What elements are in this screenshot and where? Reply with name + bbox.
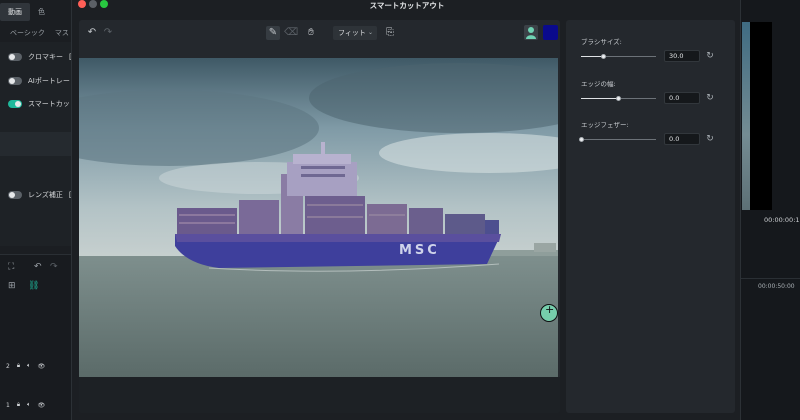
reset-icon[interactable]: ↻	[705, 93, 715, 103]
multi-select-icon[interactable]: ⛶	[8, 262, 14, 272]
canvas-toolbar: ↶ ↷ ✎ ⌫ ✋︎ フィット ⌄ ⎘	[79, 20, 560, 46]
lens-correction-toggle[interactable]	[8, 191, 22, 199]
zoom-fit-select[interactable]: フィット ⌄	[333, 26, 377, 40]
eraser-icon[interactable]: ⌫	[284, 26, 298, 40]
slider-knob[interactable]	[616, 96, 621, 101]
chroma-key-toggle[interactable]	[8, 53, 22, 61]
hand-icon[interactable]: ✋︎	[304, 26, 318, 40]
add-track-icon[interactable]: ⊞	[8, 281, 16, 291]
chevron-down-icon: ⌄	[367, 29, 373, 36]
link-icon[interactable]: ⛓	[28, 281, 39, 291]
track-number: 2	[6, 362, 10, 370]
ai-portrait-toggle[interactable]	[8, 77, 22, 85]
preview-icon[interactable]: ⎘	[383, 26, 397, 40]
canvas-bottom-bar	[79, 377, 560, 413]
overlay-color-swatch[interactable]	[543, 25, 558, 40]
property-subtabs: ベーシック マス	[0, 28, 69, 38]
cutout-settings-panel: ブラシサイズ: 30.0 ↻ エッジの幅: 0.0 ↻ エッジフェザー: 0.0…	[566, 20, 735, 413]
effect-label: レンズ補正	[28, 191, 63, 199]
effects-panel: クロマキー [ AIポートレー スマートカッ レンズ補正 [	[0, 42, 74, 246]
editor-left-panel: 動画 色 ベーシック マス クロマキー [ AIポートレー スマートカッ	[0, 0, 74, 420]
reset-icon[interactable]: ↻	[705, 51, 715, 61]
effect-chroma-key[interactable]: クロマキー [	[8, 52, 72, 62]
brush-size-label: ブラシサイズ:	[581, 38, 622, 46]
slider-knob[interactable]	[601, 54, 606, 59]
track-row: 1 🔒︎ 🔈︎ 👁︎	[6, 401, 45, 409]
selected-effect-highlight	[0, 132, 74, 156]
slider-knob[interactable]	[578, 137, 584, 142]
track-number: 1	[6, 401, 10, 409]
undo-icon[interactable]: ↶	[85, 26, 99, 40]
cutout-preview-image[interactable]: MSC +	[79, 58, 558, 377]
dialog-title: スマートカットアウト	[369, 1, 445, 10]
edge-feather-slider[interactable]	[578, 137, 656, 142]
ship-hull-text: MSC	[399, 243, 440, 258]
edge-thickness-slider[interactable]	[581, 96, 656, 101]
redo-icon[interactable]: ↷	[50, 262, 58, 272]
slider-fill	[581, 98, 619, 99]
effect-label: スマートカッ	[28, 100, 70, 108]
lock-icon[interactable]: 🔒︎	[17, 362, 20, 370]
eye-icon[interactable]: 👁︎	[38, 363, 46, 370]
redo-icon[interactable]: ↷	[101, 26, 115, 40]
reset-icon[interactable]: ↻	[705, 134, 715, 144]
effect-smart-cutout[interactable]: スマートカッ	[8, 99, 70, 109]
smart-cutout-toggle[interactable]	[8, 100, 22, 108]
volume-icon[interactable]: 🔈︎	[27, 362, 31, 370]
smart-cutout-dialog: スマートカットアウト ↶ ↷ ✎ ⌫ ✋︎ フィット ⌄ ⎘ MSC + ブラシ…	[71, 0, 741, 420]
edge-feather-label: エッジフェザー:	[581, 121, 629, 129]
player-preview	[742, 22, 772, 210]
track-row: 2 🔒︎ 🔈︎ 👁︎	[6, 362, 45, 370]
editor-right-panel: 00:00:00:1 00:00:50:00	[736, 0, 800, 420]
undo-icon[interactable]: ↶	[34, 262, 42, 272]
brush-size-slider[interactable]	[581, 54, 656, 59]
subtab-mask[interactable]: マス	[55, 28, 69, 38]
cutout-canvas-area: ↶ ↷ ✎ ⌫ ✋︎ フィット ⌄ ⎘ MSC +	[79, 20, 560, 413]
lock-icon[interactable]: 🔒︎	[17, 401, 20, 409]
edge-thickness-input[interactable]: 0.0	[664, 92, 700, 104]
effect-label: クロマキー	[28, 53, 63, 61]
brush-cursor-icon: +	[540, 303, 558, 322]
tab-video[interactable]: 動画	[0, 3, 30, 21]
ruler-timecode: 00:00:50:00	[758, 283, 795, 290]
player-timecode: 00:00:00:1	[764, 216, 800, 224]
tab-color[interactable]: 色	[30, 3, 53, 21]
brush-icon[interactable]: ✎	[266, 26, 280, 40]
person-icon[interactable]	[524, 25, 538, 40]
subtab-basic[interactable]: ベーシック	[10, 28, 45, 38]
preview-frame-edge	[742, 22, 750, 210]
property-tabs: 動画 色	[0, 3, 53, 21]
eye-icon[interactable]: 👁︎	[38, 402, 46, 409]
zoom-fit-label: フィット	[338, 29, 366, 37]
edge-feather-input[interactable]: 0.0	[664, 133, 700, 145]
dialog-titlebar: スマートカットアウト	[72, 0, 742, 10]
effect-ai-portrait[interactable]: AIポートレー	[8, 76, 70, 86]
effect-label: AIポートレー	[28, 77, 70, 85]
volume-icon[interactable]: 🔈︎	[27, 401, 31, 409]
edge-thickness-label: エッジの幅:	[581, 80, 616, 88]
brush-size-input[interactable]: 30.0	[664, 50, 700, 62]
effect-lens-correction[interactable]: レンズ補正 [	[8, 190, 72, 200]
timeline-tools: ⛶ ↶ ↷ ⊞ ⛓ 2 🔒︎ 🔈︎ 👁︎ 1 🔒︎ 🔈︎ 👁︎	[0, 254, 74, 420]
